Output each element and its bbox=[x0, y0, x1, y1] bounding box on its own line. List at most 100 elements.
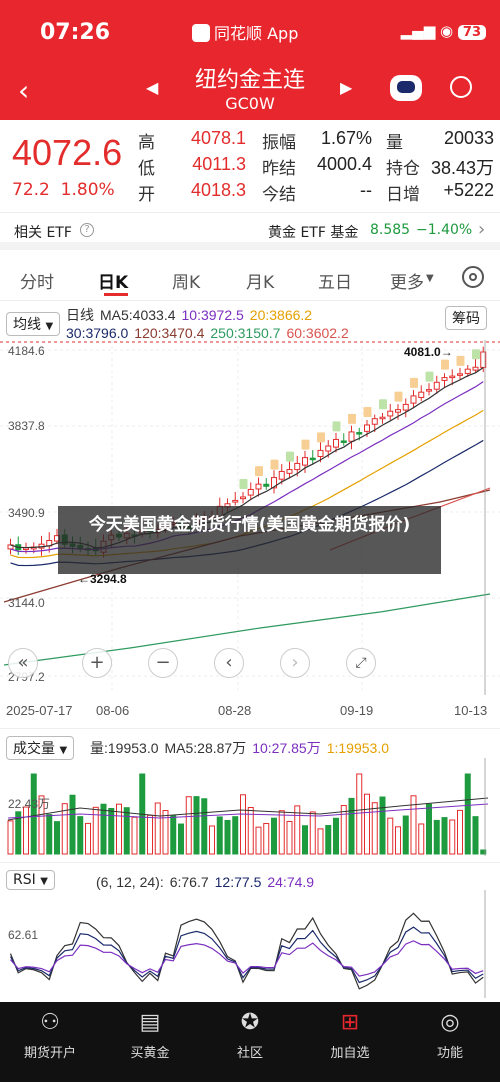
candle-body bbox=[23, 547, 29, 551]
volume-selector-label: 成交量 bbox=[13, 741, 55, 757]
candle-body bbox=[348, 431, 355, 442]
next-contract-icon[interactable]: ▶ bbox=[340, 78, 352, 97]
volume-chart[interactable] bbox=[0, 758, 500, 858]
page-title: 纽约金主连 bbox=[194, 68, 305, 93]
tab-1[interactable]: 日K bbox=[98, 268, 128, 293]
community-icon: ✪ bbox=[240, 1010, 260, 1035]
candle-body bbox=[410, 395, 417, 404]
rsi-selector-label: RSI bbox=[13, 872, 36, 888]
legend-item: MA5:4033.4 bbox=[100, 307, 176, 323]
quote-label: 持仓 bbox=[386, 159, 420, 179]
page-subtitle: GC0W bbox=[225, 94, 275, 113]
volume-bar bbox=[240, 794, 246, 855]
ma-selector[interactable]: 均线 ▼ bbox=[6, 312, 61, 336]
x-tick: 2025-07-17 bbox=[6, 703, 73, 718]
robot-assistant-icon[interactable] bbox=[390, 75, 422, 101]
volume-bar bbox=[348, 797, 355, 855]
signal-tag bbox=[379, 399, 387, 410]
article-title-overlay: 今天美国黄金期货行情(美国黄金期货报价) bbox=[58, 506, 441, 574]
zoom-in-icon[interactable]: + bbox=[82, 648, 112, 678]
signal-tag bbox=[363, 406, 372, 417]
add-watchlist-icon: ⊞ bbox=[340, 1010, 360, 1035]
nav-add-watchlist[interactable]: ⊞ 加自选 bbox=[300, 1010, 400, 1061]
fullscreen-icon[interactable]: ⤢ bbox=[346, 648, 376, 678]
legend-item: 250:3150.7 bbox=[210, 325, 281, 341]
volume-bar bbox=[147, 814, 153, 855]
nav-buy-gold[interactable]: ▤ 买黄金 bbox=[100, 1010, 200, 1061]
collapse-icon[interactable]: « bbox=[8, 648, 38, 678]
nav-label: 买黄金 bbox=[130, 1046, 170, 1061]
tab-4[interactable]: 五日 bbox=[318, 268, 352, 293]
quote-label: 振幅 bbox=[262, 133, 296, 153]
volume-bar bbox=[286, 820, 293, 855]
candle-body bbox=[395, 409, 401, 413]
rsi6-line bbox=[9, 912, 484, 990]
y-tick: 3837.8 bbox=[8, 419, 45, 433]
volume-bar bbox=[224, 819, 231, 855]
signal-tag bbox=[255, 466, 263, 477]
candle-body bbox=[387, 410, 394, 417]
volume-y-tick: 22.43万 bbox=[8, 797, 51, 811]
tab-5[interactable]: 更多 bbox=[390, 268, 424, 293]
y-tick: 4184.6 bbox=[8, 344, 45, 358]
x-tick: 09-19 bbox=[340, 703, 374, 718]
candle-body bbox=[294, 462, 301, 471]
help-icon[interactable]: ? bbox=[80, 223, 94, 237]
signal-tag bbox=[348, 413, 356, 424]
tab-0[interactable]: 分时 bbox=[20, 268, 54, 293]
legend-item: 6:76.7 bbox=[169, 874, 209, 890]
volume-bar bbox=[154, 802, 161, 855]
nav-functions[interactable]: ◎ 功能 bbox=[400, 1010, 500, 1061]
volume-bar bbox=[100, 803, 107, 855]
zoom-out-icon[interactable]: − bbox=[148, 648, 178, 678]
tab-2[interactable]: 周K bbox=[172, 268, 200, 293]
volume-bar bbox=[271, 817, 277, 855]
volume-bar bbox=[23, 806, 29, 855]
y-tick: 3144.0 bbox=[8, 596, 45, 610]
rsi-selector[interactable]: RSI ▼ bbox=[6, 870, 55, 890]
candle-body bbox=[464, 368, 471, 374]
candle-body bbox=[333, 438, 339, 448]
app-logo-icon bbox=[192, 24, 210, 42]
nav-label: 期货开户 bbox=[23, 1046, 76, 1061]
signal-tag bbox=[332, 421, 341, 432]
nav-community[interactable]: ✪ 社区 bbox=[200, 1010, 300, 1061]
nav-open-account[interactable]: ⚇ 期货开户 bbox=[0, 1010, 100, 1061]
volume-bar bbox=[333, 817, 339, 855]
caret-down-icon: ▼ bbox=[40, 876, 48, 887]
candle-body bbox=[402, 403, 409, 411]
tab-3[interactable]: 月K bbox=[246, 268, 274, 293]
chart-settings-icon[interactable] bbox=[462, 266, 484, 288]
legend-item: 60:3602.2 bbox=[286, 325, 349, 341]
rsi-chart[interactable] bbox=[0, 890, 500, 1000]
volume-bar bbox=[263, 823, 270, 855]
volume-selector[interactable]: 成交量 ▼ bbox=[6, 736, 75, 760]
chip-distribution-button[interactable]: 筹码 bbox=[445, 306, 487, 330]
legend-item: 量:19953.0 bbox=[90, 740, 159, 756]
rsi24-line bbox=[10, 940, 484, 977]
legend-item: 日线 bbox=[66, 307, 94, 323]
volume-bar bbox=[46, 814, 53, 855]
volume-bar bbox=[216, 816, 223, 855]
scroll-right-icon[interactable]: › bbox=[280, 648, 310, 678]
candle-body bbox=[364, 424, 370, 432]
candle-body bbox=[309, 457, 316, 461]
volume-bar bbox=[433, 819, 440, 855]
battery-icon: 73 bbox=[457, 25, 486, 40]
volume-bar bbox=[232, 816, 239, 855]
candle-body bbox=[232, 499, 239, 503]
scroll-left-icon[interactable]: ‹ bbox=[214, 648, 244, 678]
volume-bar bbox=[170, 815, 177, 855]
quote-label: 日增 bbox=[386, 185, 420, 205]
candle-body bbox=[433, 381, 440, 390]
search-icon[interactable] bbox=[450, 76, 472, 98]
change-percent: 1.80% bbox=[60, 180, 115, 200]
volume-bar bbox=[178, 823, 184, 855]
volume-bar bbox=[449, 819, 456, 855]
quote-value: 4000.4 bbox=[316, 154, 372, 174]
candle-body bbox=[286, 469, 293, 474]
related-etf-bar[interactable]: 相关 ETF ? 黄金 ETF 基金 8.585 −1.40% › bbox=[0, 212, 500, 250]
volume-bar bbox=[77, 816, 84, 855]
signal-tag bbox=[270, 459, 279, 470]
signal-tag bbox=[410, 377, 418, 388]
